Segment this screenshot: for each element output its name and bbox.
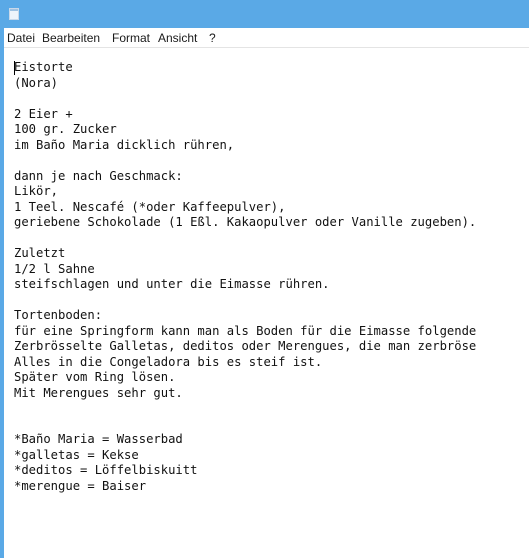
text-line: für eine Springform kann man als Boden f… [14,323,477,338]
text-line: *Baño Maria = Wasserbad [14,432,183,446]
text-editor[interactable]: Eistorte (Nora) 2 Eier +100 gr. Zucker im B… [4,48,529,558]
text-line: 2 Eier + [14,106,73,121]
text-line: im Baño Maria dicklich rühren, [14,137,235,152]
menu-bearbeiten[interactable]: Bearbeiten [42,31,100,45]
text-line [14,293,529,309]
menu-ansicht[interactable]: Ansicht [158,31,197,45]
text-line: Alles in die Congeladora bis es steif is… [14,354,323,369]
text-line: dann je nach Geschmack: [14,168,183,183]
text-line: *merengue = Baiser [14,478,147,493]
title-bar[interactable] [0,0,529,28]
menu-datei[interactable]: Datei [7,31,35,45]
notepad-window: Datei Bearbeiten Format Ansicht ? Eistor… [0,0,529,558]
text-line [14,231,529,247]
text-line: Mit Merengues sehr gut. [14,385,183,400]
text-line: steifschlagen und unter die Eimasse rühr… [14,277,330,291]
document-text[interactable]: Eistorte (Nora) 2 Eier +100 gr. Zucker im B… [14,60,529,494]
text-line: Likör, [14,184,59,198]
text-line [14,401,529,417]
menu-format[interactable]: Format [112,31,150,45]
menu-help[interactable]: ? [209,31,216,45]
text-line: 1 Teel. Nescafé (*oder Kaffeepulver), [14,199,286,214]
text-line: Tortenboden: [14,308,103,322]
text-line: Zuletzt [14,246,66,260]
text-line: geriebene Schokolade (1 Eßl. Kakaopulver… [14,215,477,229]
text-line: *galletas = Kekse [14,447,139,462]
text-line: Zerbrösselte Galletas, deditos oder Mere… [14,339,477,353]
text-line: 100 gr. Zucker [14,122,117,136]
menu-bar: Datei Bearbeiten Format Ansicht ? [4,28,529,48]
text-line: (Nora) [14,75,59,90]
text-line [14,153,529,169]
notepad-icon[interactable] [9,8,19,20]
text-line [14,91,529,107]
text-line: 1/2 l Sahne [14,261,95,276]
text-line [14,417,529,433]
text-line: Später vom Ring lösen. [14,370,176,384]
text-line: Eistorte [14,60,73,74]
text-line: *deditos = Löffelbiskuitt [14,463,198,477]
